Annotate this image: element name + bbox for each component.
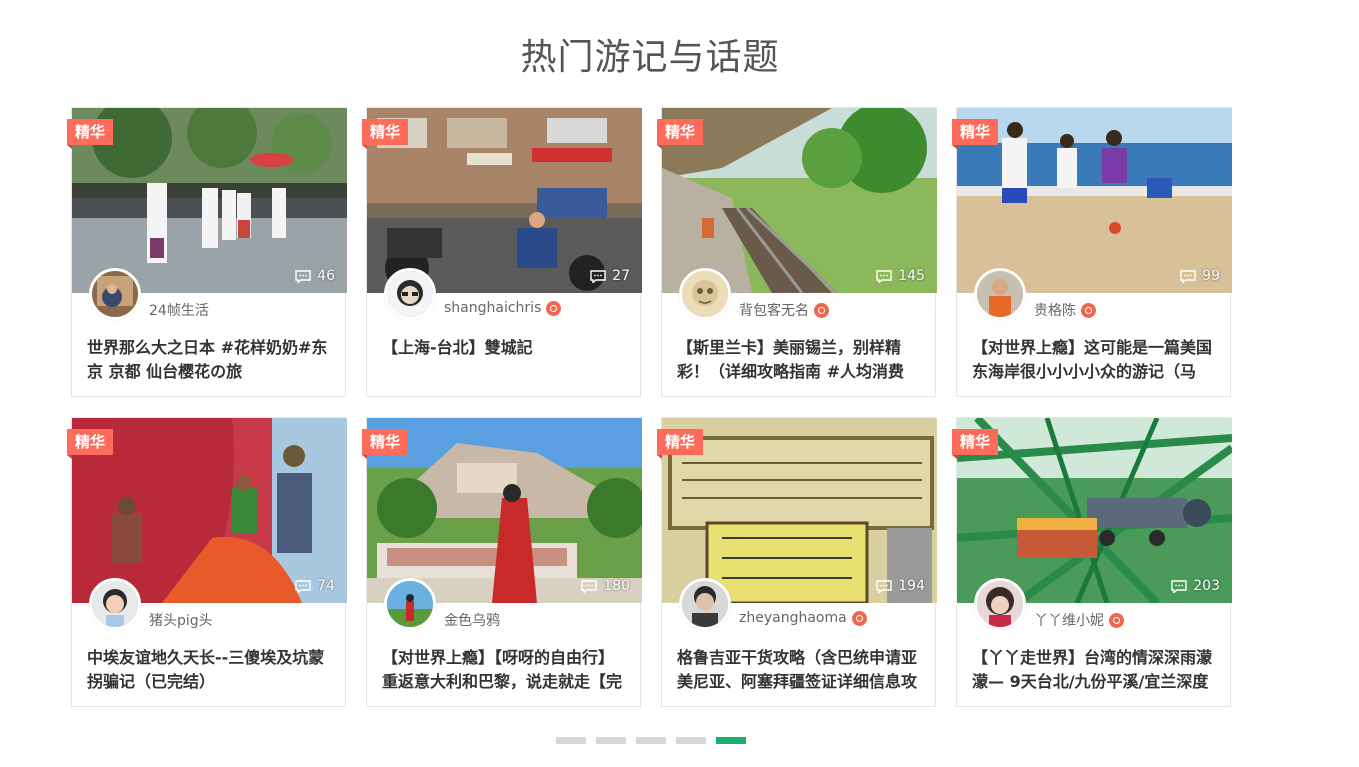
comment-count: 203	[1171, 578, 1220, 594]
comment-count-value: 46	[317, 268, 335, 284]
featured-badge: 精华	[952, 429, 999, 459]
card-title[interactable]: 世界那么大之日本 #花样奶奶#东京 京都 仙台樱花の旅	[87, 336, 333, 384]
comment-count: 145	[876, 268, 925, 284]
cover-image[interactable]	[662, 418, 937, 603]
featured-badge: 精华	[362, 429, 409, 459]
featured-badge: 精华	[952, 119, 999, 149]
cover-image[interactable]	[957, 108, 1232, 293]
featured-badge: 精华	[67, 429, 114, 459]
comment-icon	[1180, 269, 1196, 283]
author[interactable]: 24帧生活	[149, 300, 209, 320]
avatar[interactable]	[679, 578, 731, 630]
comment-icon	[590, 269, 606, 283]
verified-icon	[546, 300, 562, 316]
comment-count-value: 180	[603, 578, 630, 594]
featured-badge: 精华	[657, 119, 704, 149]
author-name[interactable]: 背包客无名	[739, 300, 809, 320]
comment-count: 74	[295, 578, 335, 594]
card-title[interactable]: 【斯里兰卡】美丽锡兰，别样精彩！（详细攻略指南 #人均消费	[677, 336, 923, 384]
pager-dot-1[interactable]	[556, 737, 586, 744]
author-name[interactable]: 24帧生活	[149, 300, 209, 320]
author[interactable]: 金色乌鸦	[444, 610, 500, 630]
author-name[interactable]: 贵格陈	[1034, 300, 1076, 320]
card-title[interactable]: 格鲁吉亚干货攻略（含巴统申请亚美尼亚、阿塞拜疆签证详细信息攻	[677, 646, 923, 694]
comment-icon	[295, 579, 311, 593]
cover-image[interactable]	[72, 418, 347, 603]
author[interactable]: shanghaichris	[444, 300, 562, 316]
card-title[interactable]: 中埃友谊地久天长--三傻埃及坑蒙拐骗记（已完结）	[87, 646, 333, 694]
avatar[interactable]	[89, 578, 141, 630]
avatar[interactable]	[974, 268, 1026, 320]
comment-count: 194	[876, 578, 925, 594]
featured-badge: 精华	[67, 119, 114, 149]
avatar[interactable]	[384, 578, 436, 630]
cover-image[interactable]	[367, 418, 642, 603]
author-name[interactable]: zheyanghaoma	[739, 610, 847, 626]
verified-icon	[1109, 612, 1124, 628]
author-name[interactable]: 金色乌鸦	[444, 610, 500, 630]
comment-icon	[876, 579, 892, 593]
comment-icon	[581, 579, 597, 593]
cover-image[interactable]	[367, 108, 642, 293]
travel-note-card[interactable]: 精华 74 猪头pig头 中埃友谊地久天长--三傻埃及坑蒙拐骗记（已完结）	[67, 417, 347, 707]
pager-dot-3[interactable]	[636, 737, 666, 744]
comment-count-value: 27	[612, 268, 630, 284]
comment-count: 46	[295, 268, 335, 284]
travel-note-card[interactable]: 精华 194 zheyanghaoma 格鲁吉亚干货攻略（含巴统申请亚美尼亚、阿…	[657, 417, 937, 707]
cover-image[interactable]	[662, 108, 937, 293]
comment-count-value: 194	[898, 578, 925, 594]
pager-dot-5[interactable]	[716, 737, 746, 744]
verified-icon	[851, 610, 867, 626]
featured-badge: 精华	[362, 119, 409, 149]
avatar[interactable]	[679, 268, 731, 320]
card-title[interactable]: 【对世界上瘾】这可能是一篇美国东海岸很小小小小众的游记（马	[972, 336, 1218, 384]
avatar[interactable]	[974, 578, 1026, 630]
cover-image[interactable]	[72, 108, 347, 293]
author[interactable]: zheyanghaoma	[739, 610, 867, 626]
travel-note-card[interactable]: 精华 99 贵格陈 【对世界上瘾】这可能是一篇美国东海岸很小小小小众的游记（马	[952, 107, 1232, 397]
comment-count: 99	[1180, 268, 1220, 284]
comment-count-value: 145	[898, 268, 925, 284]
verified-icon	[814, 302, 829, 318]
card-title[interactable]: 【上海-台北】雙城記	[382, 336, 628, 384]
verified-icon	[1081, 302, 1096, 318]
author-name[interactable]: 猪头pig头	[149, 610, 213, 630]
comment-icon	[295, 269, 311, 283]
featured-badge: 精华	[657, 429, 704, 459]
comment-icon	[1171, 579, 1187, 593]
comment-count-value: 74	[317, 578, 335, 594]
carousel-pager	[556, 737, 746, 744]
travel-note-card[interactable]: 精华 27 shanghaichris 【上海-台北】雙城記	[362, 107, 642, 397]
comment-count: 27	[590, 268, 630, 284]
card-title[interactable]: 【对世界上瘾】【呀呀的自由行】重返意大利和巴黎，说走就走【完	[382, 646, 628, 694]
card-title[interactable]: 【丫丫走世界】台湾的情深深雨濛濛— 9天台北/九份平溪/宜兰深度	[972, 646, 1218, 694]
author[interactable]: 背包客无名	[739, 300, 829, 320]
author-name[interactable]: shanghaichris	[444, 300, 541, 316]
author[interactable]: 贵格陈	[1034, 300, 1096, 320]
cover-image[interactable]	[957, 418, 1232, 603]
author[interactable]: 丫丫维小妮	[1034, 610, 1124, 630]
travel-note-card[interactable]: 精华 180 金色乌鸦 【对世界上瘾】【呀呀的自由行】重返意大利和巴黎，说走就走…	[362, 417, 642, 707]
comment-count-value: 99	[1202, 268, 1220, 284]
section-title: 热门游记与话题	[520, 37, 780, 78]
pager-dot-4[interactable]	[676, 737, 706, 744]
author[interactable]: 猪头pig头	[149, 610, 213, 630]
comment-count-value: 203	[1193, 578, 1220, 594]
travel-note-card[interactable]: 精华 46 24帧生活 世界那么大之日本 #花样奶奶#东京 京都 仙台樱花の旅	[67, 107, 347, 397]
travel-note-card[interactable]: 精华 203 丫丫维小妮 【丫丫走世界】台湾的情深深雨濛濛— 9天台北/九份平溪…	[952, 417, 1232, 707]
pager-dot-2[interactable]	[596, 737, 626, 744]
author-name[interactable]: 丫丫维小妮	[1034, 610, 1104, 630]
avatar[interactable]	[89, 268, 141, 320]
comment-icon	[876, 269, 892, 283]
travel-note-card[interactable]: 精华 145 背包客无名 【斯里兰卡】美丽锡兰，别样精彩！（详细攻略指南 #人均…	[657, 107, 937, 397]
comment-count: 180	[581, 578, 630, 594]
avatar[interactable]	[384, 268, 436, 320]
